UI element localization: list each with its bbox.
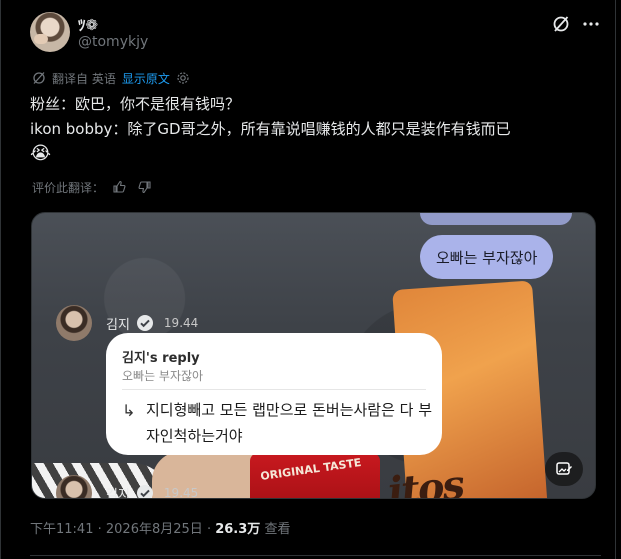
sender-name: 김지 bbox=[106, 317, 130, 333]
show-original-link[interactable]: 显示原文 bbox=[122, 70, 170, 87]
reply-quote: 오빠는 부자잖아 bbox=[122, 369, 204, 383]
view-count: 26.3万 bbox=[215, 522, 261, 537]
gear-icon[interactable] bbox=[176, 71, 190, 85]
post-date[interactable]: 2026年8月25日 bbox=[106, 522, 203, 537]
tweet-line-2: ikon bobby：除了GD哥之外，所有靠说唱赚钱的人都只是装作有钱而已 bbox=[30, 120, 511, 138]
post-time[interactable]: 下午11:41 bbox=[30, 522, 93, 537]
previous-message-bubble bbox=[420, 213, 572, 225]
can-label: ORIGINAL TASTE bbox=[259, 455, 363, 484]
sender-name: 김지 bbox=[106, 487, 130, 499]
rate-translation-row: 评价此翻译： bbox=[32, 178, 152, 196]
image-edit-icon bbox=[556, 462, 572, 475]
views-label: 查看 bbox=[264, 522, 291, 537]
soda-can: ORIGINAL TASTE bbox=[250, 453, 380, 498]
user-handle[interactable]: @tomykjy bbox=[78, 34, 148, 50]
tweet-media-image[interactable]: 오빠는 부자잖아 itos ORIGINAL TASTE 김지 19.44 김지… bbox=[31, 212, 596, 499]
display-name[interactable]: ﾂ❁ bbox=[78, 14, 98, 35]
translated-from-label: 翻译自 英语 bbox=[52, 71, 116, 86]
divider bbox=[30, 555, 601, 556]
translation-bar: 翻译自 英语 显示原文 bbox=[32, 69, 190, 87]
thumbs-down-icon[interactable] bbox=[138, 180, 152, 194]
reply-card: 김지's reply 오빠는 부자잖아 ↳ 지디형빼고 모든 랩만으로 돈버는사… bbox=[106, 333, 442, 455]
reply-arrow-icon: ↳ bbox=[122, 401, 136, 420]
avatar[interactable] bbox=[30, 12, 70, 52]
crying-emoji: 😭 bbox=[30, 143, 52, 164]
tweet-line-1: 粉丝：欧巴，你不是很有钱吗？ bbox=[30, 95, 241, 113]
more-icon[interactable] bbox=[581, 14, 601, 34]
sender-avatar bbox=[56, 305, 92, 341]
tweet-meta: 下午11:41 · 2026年8月25日 · 26.3万 查看 bbox=[30, 522, 291, 537]
verified-check-icon bbox=[136, 315, 153, 331]
right-border bbox=[615, 0, 616, 559]
sender-avatar bbox=[56, 475, 92, 498]
message-time: 19.44 bbox=[163, 316, 199, 330]
reply-body: 지디형빼고 모든 랩만으로 돈버는사람은 다 부자인척하는거야 bbox=[146, 401, 433, 445]
tweet-header: ﾂ❁ @tomykjy bbox=[30, 12, 601, 56]
rate-label: 评价此翻译： bbox=[32, 180, 105, 195]
reply-title: 김지's reply bbox=[122, 351, 200, 366]
message-time: 19.45 bbox=[163, 486, 199, 499]
chips-brand: itos bbox=[385, 461, 466, 499]
verified-check-icon bbox=[136, 485, 153, 498]
sender-row-2: 김지 19.45 bbox=[56, 475, 199, 499]
my-message-bubble: 오빠는 부자잖아 bbox=[420, 235, 554, 279]
tweet-text: 粉丝：欧巴，你不是很有钱吗？ ikon bobby：除了GD哥之外，所有靠说唱赚… bbox=[30, 92, 600, 167]
left-border bbox=[0, 0, 1, 559]
grok-translate-icon bbox=[33, 72, 45, 84]
thumbs-up-icon[interactable] bbox=[112, 180, 126, 194]
image-edit-button[interactable] bbox=[545, 452, 583, 486]
grok-icon[interactable] bbox=[551, 14, 571, 34]
